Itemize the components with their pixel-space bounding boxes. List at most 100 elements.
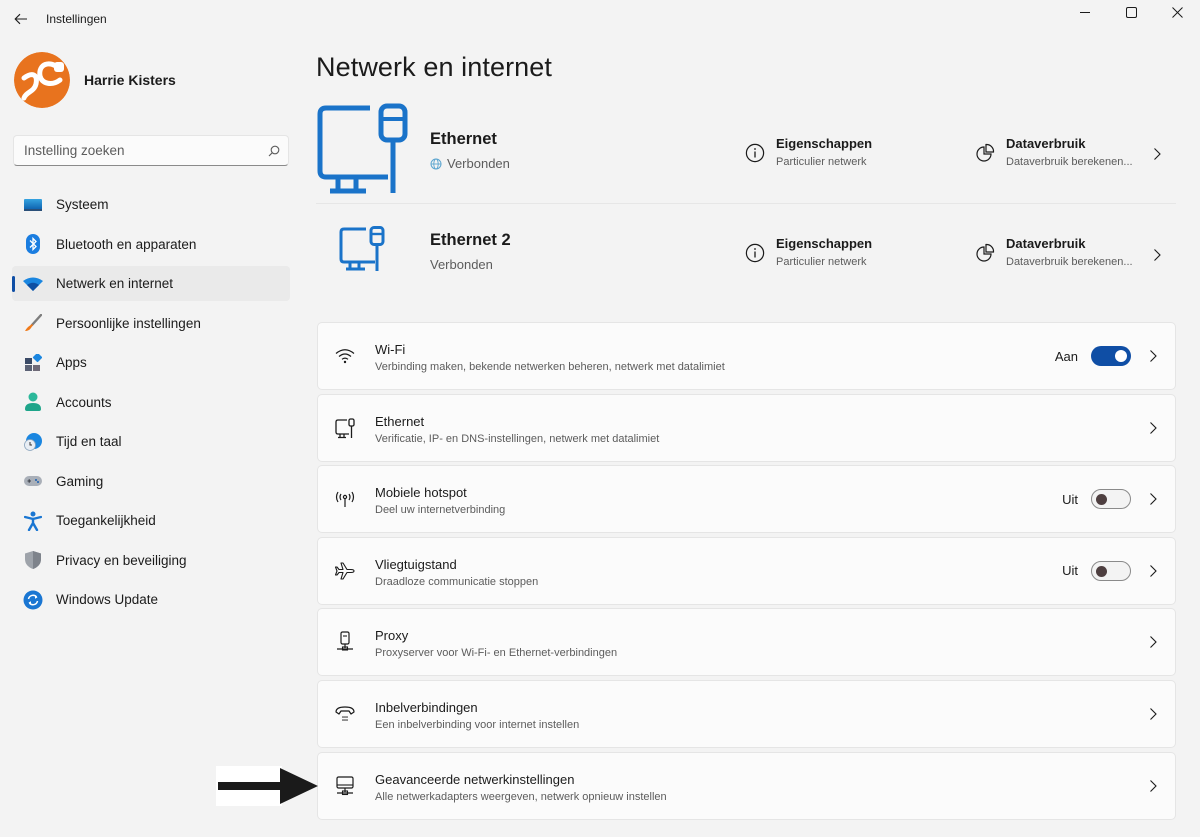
connection-status-text: Verbonden — [447, 156, 510, 171]
ethernet-medium-icon — [338, 225, 386, 278]
gamepad-icon — [23, 471, 43, 491]
setting-ethernet[interactable]: Ethernet Verificatie, IP- en DNS-instell… — [317, 393, 1176, 462]
chevron-right-icon — [1147, 707, 1159, 721]
setting-mobile-hotspot[interactable]: Mobiele hotspot Deel uw internetverbindi… — [317, 465, 1176, 534]
sidebar-item-label: Tijd en taal — [56, 434, 122, 449]
sidebar-item-tijd-taal[interactable]: Tijd en taal — [12, 424, 290, 459]
sidebar-item-privacy[interactable]: Privacy en beveiliging — [12, 543, 290, 578]
sidebar-item-toegankelijkheid[interactable]: Toegankelijkheid — [12, 503, 290, 538]
maximize-button[interactable] — [1108, 0, 1154, 24]
avatar-logo-icon — [14, 52, 70, 108]
chevron-right-icon — [1147, 635, 1159, 649]
bluetooth-icon — [23, 234, 43, 254]
pie-chart-icon — [974, 142, 996, 164]
data-usage-link[interactable]: Dataverbruik Dataverbruik berekenen... — [974, 236, 1133, 268]
chevron-right-icon — [1147, 564, 1159, 578]
sidebar-item-label: Privacy en beveiliging — [56, 552, 187, 568]
time-language-icon — [23, 432, 43, 452]
minimize-icon — [1080, 12, 1090, 13]
chevron-right-icon[interactable] — [1152, 147, 1162, 161]
setting-subtitle: Proxyserver voor Wi-Fi- en Ethernet-verb… — [375, 647, 618, 660]
sidebar-item-apps[interactable]: Apps — [12, 345, 290, 380]
connection-status: Verbonden — [430, 257, 493, 272]
connection-status-text: Verbonden — [430, 257, 493, 272]
setting-proxy[interactable]: Proxy Proxyserver voor Wi-Fi- en Etherne… — [317, 608, 1176, 677]
connection-status: Verbonden — [430, 156, 510, 171]
page-title: Netwerk en internet — [316, 52, 553, 82]
sidebar-item-bluetooth[interactable]: Bluetooth en apparaten — [12, 227, 290, 262]
wifi-toggle[interactable] — [1091, 346, 1131, 366]
properties-title: Eigenschappen — [776, 236, 873, 251]
connection-name: Ethernet 2 — [430, 231, 511, 249]
search-icon[interactable] — [260, 145, 288, 157]
setting-subtitle: Deel uw internetverbinding — [375, 504, 506, 517]
sidebar-item-label: Gaming — [56, 473, 104, 489]
info-icon — [744, 242, 766, 264]
sidebar-item-gaming[interactable]: Gaming — [12, 464, 290, 499]
chevron-right-icon — [1147, 349, 1159, 363]
properties-title: Eigenschappen — [776, 136, 873, 151]
hotspot-toggle[interactable] — [1091, 489, 1131, 510]
setting-wifi[interactable]: Wi-Fi Verbinding maken, bekende netwerke… — [317, 322, 1176, 390]
ethernet-icon — [334, 417, 356, 439]
chevron-right-icon[interactable] — [1152, 248, 1162, 262]
dialup-icon — [334, 703, 356, 725]
back-button[interactable] — [10, 8, 32, 30]
toggle-state-label: Uit — [1062, 491, 1078, 507]
connection-ethernet: Ethernet Verbonden Eigenschappen Particu… — [316, 100, 1176, 204]
apps-icon — [23, 353, 43, 373]
info-icon — [744, 142, 766, 164]
settings-search[interactable] — [13, 135, 289, 166]
toggle-state-label: Uit — [1062, 563, 1078, 579]
data-usage-subtitle: Dataverbruik berekenen... — [1006, 256, 1133, 268]
setting-title: Geavanceerde netwerkinstellingen — [375, 771, 575, 787]
sidebar-item-label: Windows Update — [56, 592, 159, 607]
sidebar-item-systeem[interactable]: Systeem — [12, 187, 290, 222]
setting-title: Wi-Fi — [375, 342, 406, 357]
chevron-right-icon — [1147, 492, 1159, 506]
advanced-network-icon — [334, 775, 356, 797]
airplane-toggle[interactable] — [1091, 560, 1131, 581]
settings-list: Wi-Fi Verbinding maken, bekende netwerke… — [317, 322, 1176, 823]
setting-dialup[interactable]: Inbelverbindingen Een inbelverbinding vo… — [317, 679, 1176, 748]
proxy-icon — [334, 631, 356, 653]
app-title: Instellingen — [46, 12, 107, 26]
sidebar-item-accounts[interactable]: Accounts — [12, 385, 290, 420]
setting-subtitle: Een inbelverbinding voor internet instel… — [375, 718, 580, 731]
sidebar-nav: Systeem Bluetooth en apparaten Netwerk e… — [12, 187, 290, 622]
title-bar: Instellingen — [0, 0, 1200, 38]
data-usage-title: Dataverbruik — [1006, 236, 1086, 251]
network-icon — [23, 274, 43, 294]
toggle-state-label: Aan — [1054, 348, 1078, 364]
sidebar-item-windows-update[interactable]: Windows Update — [12, 582, 290, 617]
setting-subtitle: Verbinding maken, bekende netwerken behe… — [375, 361, 725, 373]
setting-title: Vliegtuigstand — [375, 556, 457, 572]
properties-link[interactable]: Eigenschappen Particulier netwerk — [744, 236, 872, 268]
properties-subtitle: Particulier netwerk — [776, 256, 867, 268]
data-usage-link[interactable]: Dataverbruik Dataverbruik berekenen... — [974, 136, 1133, 168]
setting-title: Mobiele hotspot — [375, 485, 467, 501]
properties-subtitle: Particulier netwerk — [776, 156, 867, 168]
maximize-icon — [1125, 6, 1137, 18]
sidebar-item-netwerk[interactable]: Netwerk en internet — [12, 266, 290, 301]
minimize-button[interactable] — [1062, 0, 1108, 24]
setting-subtitle: Verificatie, IP- en DNS-instellingen, ne… — [375, 432, 660, 445]
ethernet-large-icon — [316, 103, 410, 200]
setting-airplane-mode[interactable]: Vliegtuigstand Draadloze communicatie st… — [317, 536, 1176, 605]
arrow-left-icon — [14, 13, 27, 25]
user-profile[interactable]: Harrie Kisters — [14, 52, 176, 108]
search-input[interactable] — [14, 143, 260, 158]
properties-link[interactable]: Eigenschappen Particulier netwerk — [744, 136, 872, 168]
chevron-right-icon — [1147, 421, 1159, 435]
profile-name: Harrie Kisters — [84, 72, 176, 88]
connection-ethernet-2: Ethernet 2 Verbonden Eigenschappen Parti… — [316, 205, 1176, 305]
sidebar-item-label: Netwerk en internet — [56, 276, 174, 291]
wifi-icon — [334, 345, 356, 367]
chevron-right-icon — [1147, 779, 1159, 793]
sidebar-item-persoonlijk[interactable]: Persoonlijke instellingen — [12, 306, 290, 341]
system-icon — [23, 195, 43, 215]
setting-advanced-network[interactable]: Geavanceerde netwerkinstellingen Alle ne… — [317, 751, 1176, 820]
pie-chart-icon — [974, 242, 996, 264]
toggle-knob — [1096, 565, 1107, 577]
close-button[interactable] — [1154, 0, 1200, 24]
